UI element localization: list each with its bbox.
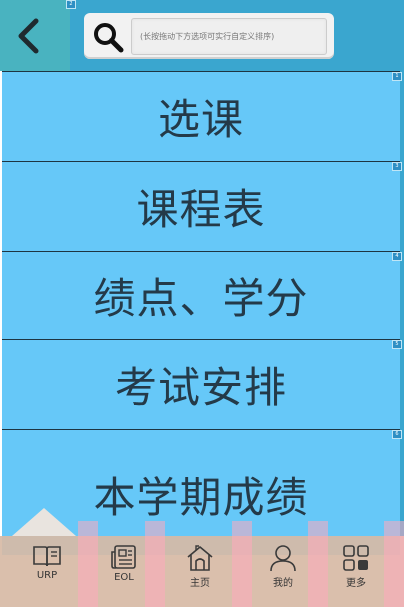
tab-home[interactable]: 主页 <box>170 536 230 591</box>
tab-eol[interactable]: EOL <box>94 536 154 591</box>
menu-index-tag: 5 <box>392 340 402 349</box>
search-box[interactable]: (长按拖动下方选项可实行自定义排序) <box>84 13 334 59</box>
tab-selection-notch <box>12 508 76 536</box>
magnifier-icon <box>94 23 124 53</box>
newspaper-icon <box>111 545 136 569</box>
menu-item-label: 绩点、学分 <box>93 274 309 323</box>
menu-item-label: 考试安排 <box>114 363 287 412</box>
menu-item-label: 本学期成绩 <box>93 473 309 522</box>
right-edge-bar <box>400 71 404 536</box>
tab-label: 主页 <box>190 578 210 589</box>
person-icon <box>270 545 296 572</box>
tab-mine[interactable]: 我的 <box>253 536 313 591</box>
menu-index-tag: 6 <box>392 430 402 439</box>
chevron-left-icon <box>18 18 39 54</box>
top-header: 2 (长按拖动下方选项可实行自定义排序) <box>0 0 404 71</box>
tab-more[interactable]: 更多 <box>326 536 386 591</box>
menu-item-label: 选课 <box>157 95 244 144</box>
header-index-tag: 2 <box>66 0 76 9</box>
overlay-stripe <box>384 521 404 607</box>
tab-label: URP <box>36 570 58 581</box>
menu-item-timetable[interactable]: 课程表 3 <box>2 161 402 251</box>
search-placeholder: (长按拖动下方选项可实行自定义排序) <box>140 32 275 41</box>
tab-label: 更多 <box>346 578 366 589</box>
menu-item-label: 课程表 <box>136 185 266 234</box>
tab-label: EOL <box>114 572 134 583</box>
back-button[interactable] <box>0 0 70 71</box>
overlay-stripe <box>232 521 252 607</box>
book-icon <box>33 546 61 567</box>
tab-label: 我的 <box>273 578 293 589</box>
tab-urp[interactable]: URP <box>17 536 77 591</box>
menu-item-exam-schedule[interactable]: 考试安排 5 <box>2 339 402 429</box>
menu-item-course-selection[interactable]: 选课 1 <box>2 71 402 161</box>
home-icon <box>187 545 213 571</box>
menu-item-gpa-credits[interactable]: 绩点、学分 4 <box>2 251 402 339</box>
grid-icon <box>343 545 369 571</box>
search-input[interactable]: (长按拖动下方选项可实行自定义排序) <box>131 18 327 55</box>
menu-index-tag: 4 <box>392 252 402 261</box>
menu-index-tag: 3 <box>392 162 402 171</box>
menu-index-tag: 1 <box>392 72 402 81</box>
